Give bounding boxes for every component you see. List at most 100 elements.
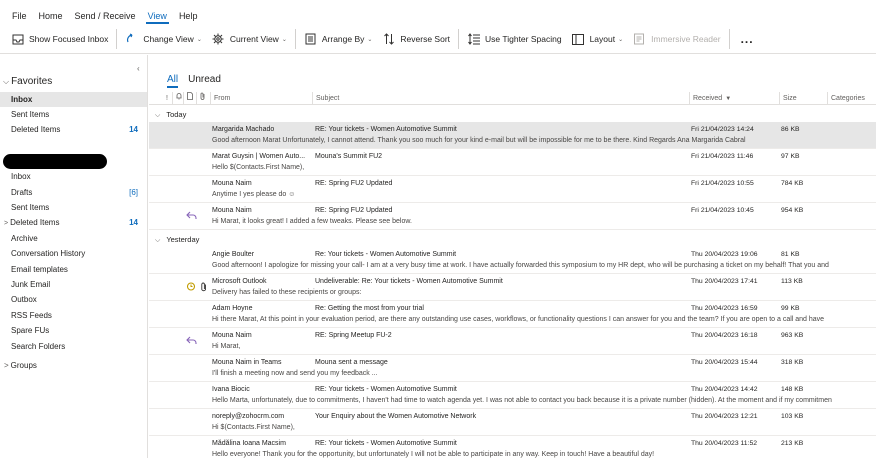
use-tighter-spacing-button[interactable]: Use Tighter Spacing xyxy=(462,28,567,50)
immersive-reader-button[interactable]: Immersive Reader xyxy=(628,28,725,50)
collapse-pane-icon[interactable]: ‹ xyxy=(137,64,140,73)
email-row[interactable]: Mouna Naim RE: Spring Meetup FU-2 Thu 20… xyxy=(149,328,876,355)
folder-item-outbox[interactable]: Outbox xyxy=(0,292,147,307)
email-size: 97 KB xyxy=(781,153,800,160)
folder-label: Search Folders xyxy=(11,342,66,351)
document-icon xyxy=(187,92,193,100)
favorite-item-deleted-items[interactable]: Deleted Items 14 xyxy=(0,122,147,137)
email-row[interactable]: Marat Guysin | Women Auto... Mouna's Sum… xyxy=(149,149,876,176)
email-subject: Re: Getting the most from your trial xyxy=(315,305,424,312)
email-from: Mădălina Ioana Macsim xyxy=(212,440,286,447)
email-from: Ivana Biocic xyxy=(212,386,250,393)
group-header-today[interactable]: ⌵ Today xyxy=(149,108,876,121)
arrange-by-button[interactable]: Arrange By ⌄ xyxy=(299,28,378,50)
use-tighter-spacing-label: Use Tighter Spacing xyxy=(485,34,562,44)
group-label: Today xyxy=(166,110,187,119)
filter-unread[interactable]: Unread xyxy=(188,74,221,85)
favorite-item-sent-items[interactable]: Sent Items xyxy=(0,107,147,122)
more-options-button[interactable]: ... xyxy=(733,28,762,50)
change-view-button[interactable]: Change View ⌄ xyxy=(120,28,206,50)
email-subject: Mouna sent a message xyxy=(315,359,388,366)
email-row[interactable]: Mouna Naim RE: Spring FU2 Updated Fri 21… xyxy=(149,176,876,203)
favorites-label: Favorites xyxy=(11,76,53,87)
favorite-item-inbox[interactable]: Inbox xyxy=(0,92,147,107)
folder-item-conversation-history[interactable]: Conversation History xyxy=(0,246,147,261)
favorites-header[interactable]: ⌵ Favorites xyxy=(3,76,52,87)
email-from: Adam Hoyne xyxy=(212,305,253,312)
email-preview: Good afternoon Marat Unfortunately, I ca… xyxy=(212,137,746,144)
folder-label: RSS Feeds xyxy=(11,311,52,320)
menu-tab-view[interactable]: View xyxy=(142,11,173,25)
folder-item-search-folders[interactable]: Search Folders xyxy=(0,339,147,354)
folder-item-sent-items[interactable]: Sent Items xyxy=(0,200,147,215)
column-attachment[interactable] xyxy=(196,92,210,105)
email-from: Margarida Machado xyxy=(212,126,275,133)
groups-header[interactable]: > Groups xyxy=(4,361,37,370)
folder-item-inbox[interactable]: Inbox xyxy=(0,169,147,184)
chevron-down-icon: ⌵ xyxy=(3,77,10,86)
column-received-label: Received xyxy=(693,95,723,102)
ribbon-separator xyxy=(116,29,118,49)
menu-tab-send-receive[interactable]: Send / Receive xyxy=(69,11,142,25)
email-received: Thu 20/04/2023 16:59 xyxy=(691,305,758,312)
email-from: Marat Guysin | Women Auto... xyxy=(212,153,306,160)
email-row[interactable]: Mouna Naim RE: Spring FU2 Updated Fri 21… xyxy=(149,203,876,230)
column-from[interactable]: From xyxy=(210,92,312,105)
column-received[interactable]: Received ▼ xyxy=(689,92,779,105)
layout-label: Layout xyxy=(589,34,616,44)
email-row[interactable]: Angie Boulter Re: Your tickets - Women A… xyxy=(149,247,876,274)
folder-item-rss-feeds[interactable]: RSS Feeds xyxy=(0,308,147,323)
email-row[interactable]: Ivana Biocic RE: Your tickets - Women Au… xyxy=(149,382,876,409)
folder-item-drafts[interactable]: Drafts [6] xyxy=(0,185,147,200)
menu-tab-help[interactable]: Help xyxy=(173,11,204,25)
email-subject: RE: Your tickets - Women Automotive Summ… xyxy=(315,386,457,393)
column-reminder[interactable] xyxy=(172,92,183,105)
folder-item-archive[interactable]: Archive xyxy=(0,231,147,246)
group-header-yesterday[interactable]: ⌵ Yesterday xyxy=(149,233,876,246)
paperclip-icon xyxy=(200,92,205,100)
column-size[interactable]: Size xyxy=(779,92,827,105)
folder-item-email-templates[interactable]: Email templates xyxy=(0,262,147,277)
chevron-down-icon: ⌄ xyxy=(618,36,624,43)
reply-arrow-icon xyxy=(186,335,197,346)
email-size: 213 KB xyxy=(781,440,804,447)
inbox-icon xyxy=(11,33,24,46)
column-item-type[interactable] xyxy=(183,92,196,105)
email-row[interactable]: Mouna Naim in Teams Mouna sent a message… xyxy=(149,355,876,382)
folder-item-junk-email[interactable]: Junk Email xyxy=(0,277,147,292)
email-row[interactable]: Mădălina Ioana Macsim RE: Your tickets -… xyxy=(149,436,876,458)
reverse-sort-button[interactable]: Reverse Sort xyxy=(377,28,455,50)
email-row[interactable]: Adam Hoyne Re: Getting the most from you… xyxy=(149,301,876,328)
immersive-reader-label: Immersive Reader xyxy=(651,34,721,44)
folder-label: Conversation History xyxy=(11,249,86,258)
filter-all[interactable]: All xyxy=(167,74,179,88)
email-size: 784 KB xyxy=(781,180,804,187)
email-received: Thu 20/04/2023 15:44 xyxy=(691,359,758,366)
column-categories[interactable]: Categories xyxy=(827,92,876,105)
menu-tab-file[interactable]: File xyxy=(6,11,33,25)
folder-label: Sent Items xyxy=(11,203,50,212)
email-row[interactable]: Margarida Machado RE: Your tickets - Wom… xyxy=(149,122,876,149)
email-size: 103 KB xyxy=(781,413,804,420)
column-header-row: ! From Subject Received ▼ Size Categories xyxy=(149,92,876,105)
email-preview: Anytime I yes please do ☺ xyxy=(212,191,296,198)
current-view-button[interactable]: Current View ⌄ xyxy=(207,28,292,50)
chevron-right-icon[interactable]: > xyxy=(4,220,8,227)
email-size: 113 KB xyxy=(781,278,803,285)
menu-tab-home[interactable]: Home xyxy=(33,11,69,25)
email-row[interactable]: Microsoft Outlook Undeliverable: Re: You… xyxy=(149,274,876,301)
email-from: Mouna Naim xyxy=(212,332,252,339)
sort-descending-icon: ▼ xyxy=(725,96,732,102)
column-subject[interactable]: Subject xyxy=(312,92,689,105)
folder-item-deleted-items[interactable]: > Deleted Items 14 xyxy=(0,215,147,230)
show-focused-inbox-button[interactable]: Show Focused Inbox xyxy=(6,28,113,50)
folder-item-spare-fus[interactable]: Spare FUs xyxy=(0,323,147,338)
account-name-redacted[interactable] xyxy=(3,154,107,169)
email-from: Mouna Naim xyxy=(212,180,252,187)
email-subject: RE: Your tickets - Women Automotive Summ… xyxy=(315,126,457,133)
column-importance[interactable]: ! xyxy=(163,92,172,105)
layout-button[interactable]: Layout ⌄ xyxy=(567,28,629,50)
chevron-down-icon: ⌵ xyxy=(155,237,161,244)
email-subject: Your Enquiry about the Women Automotive … xyxy=(315,413,477,420)
email-row[interactable]: noreply@zohocrm.com Your Enquiry about t… xyxy=(149,409,876,436)
